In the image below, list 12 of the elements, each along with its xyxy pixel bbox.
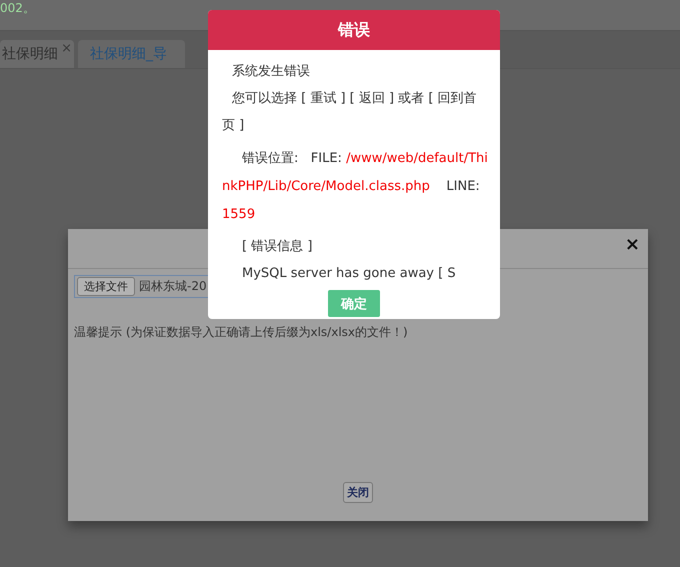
close-button[interactable]: 关闭: [343, 482, 373, 503]
error-info-heading: [ 错误信息 ]: [241, 238, 314, 256]
status-text: 002。: [0, 0, 35, 17]
dialog-title: 错误: [208, 10, 500, 50]
error-message: MySQL server has gone away [ S: [241, 265, 457, 283]
choices-text: 您可以选择 [ 重试 ] [ 返回 ] 或者 [ 回到首页 ]: [222, 90, 478, 135]
error-location: 错误位置: FILE: /www/web/default/ThinkPHP/Lib/Core/Model.class.php LINE: 1559: [222, 150, 488, 224]
hint-text: 温馨提示 (为保证数据导入正确请上传后缀为xls/xlsx的文件！): [74, 324, 409, 341]
error-heading: 系统发生错误: [231, 63, 311, 81]
choose-file-button[interactable]: 选择文件: [77, 277, 135, 296]
file-name: 园林东城-20: [139, 278, 207, 295]
close-icon[interactable]: ×: [624, 234, 640, 255]
